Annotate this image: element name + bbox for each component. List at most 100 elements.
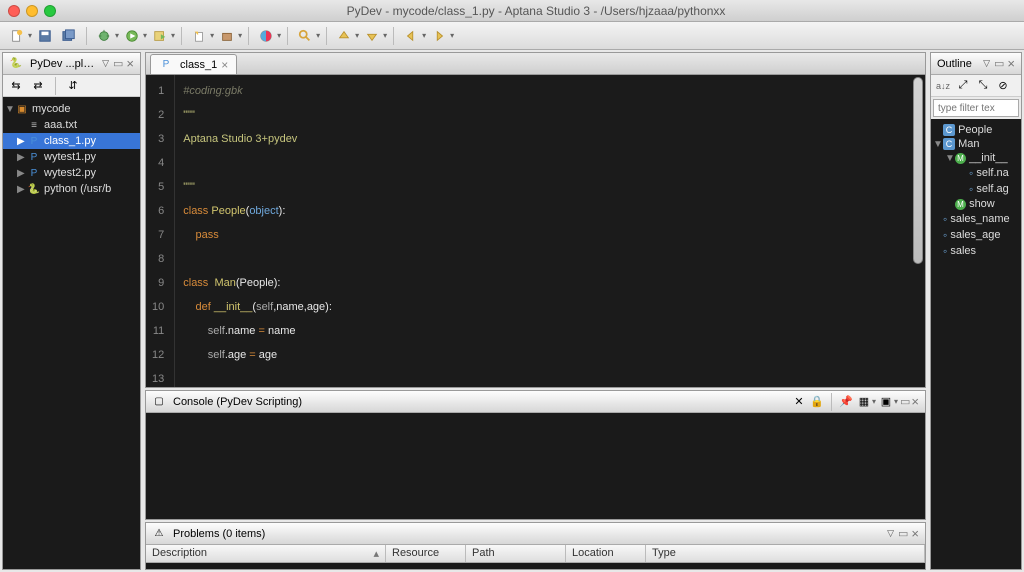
dropdown-icon[interactable]: ▾ <box>872 397 876 406</box>
debug-button[interactable] <box>93 25 115 47</box>
theme-button[interactable] <box>255 25 277 47</box>
outline-item[interactable]: ◦ sales_age <box>931 227 1021 243</box>
filter-button[interactable]: ⇵ <box>64 77 82 95</box>
mac-titlebar: PyDev - mycode/class_1.py - Aptana Studi… <box>0 0 1024 22</box>
outline-tree: C People ▼C Man ▼M __init__ ◦ self.na ◦ … <box>931 119 1021 569</box>
class-icon: C <box>943 124 955 136</box>
editor-tab[interactable]: P class_1 × <box>150 54 237 74</box>
view-menu-icon[interactable]: ▽ <box>983 58 990 69</box>
attr-icon: ◦ <box>943 244 947 258</box>
link-editor-button[interactable]: ⇄ <box>29 77 47 95</box>
outline-toolbar: a↓z ⤢ ⤡ ⊘ <box>931 75 1021 97</box>
line-gutter: 123456789101112131415 <box>146 75 175 387</box>
dropdown-icon[interactable]: ▾ <box>28 31 32 40</box>
tree-label: wytest1.py <box>44 151 96 163</box>
code-area[interactable]: #coding:gbk """ Aptana Studio 3+pydev ""… <box>175 75 925 387</box>
view-menu-icon[interactable]: ▽ <box>102 58 109 69</box>
explorer-header: 🐍 PyDev ...plorer ▽ ▭ × <box>3 53 140 75</box>
console-body[interactable] <box>146 413 925 519</box>
close-icon[interactable]: × <box>1007 56 1015 71</box>
close-tab-icon[interactable]: × <box>221 58 228 72</box>
outline-item[interactable]: C People <box>931 123 1021 137</box>
dropdown-icon[interactable]: ▾ <box>277 31 281 40</box>
dropdown-icon[interactable]: ▾ <box>115 31 119 40</box>
close-icon[interactable]: × <box>126 56 134 71</box>
minimize-icon[interactable]: ▭ <box>994 57 1003 70</box>
outline-item[interactable]: ▼M __init__ <box>931 151 1021 165</box>
column-header[interactable]: Description ▴ <box>146 545 386 562</box>
column-header[interactable]: Resource <box>386 545 466 562</box>
save-button[interactable] <box>34 25 56 47</box>
forward-button[interactable] <box>428 25 450 47</box>
outline-label: self.ag <box>976 183 1008 195</box>
dropdown-icon[interactable]: ▾ <box>171 31 175 40</box>
collapse-all-button[interactable]: ⇆ <box>7 77 25 95</box>
dropdown-icon[interactable]: ▾ <box>894 397 898 406</box>
project-node[interactable]: ▼▣mycode <box>3 101 140 117</box>
collapse-button[interactable]: ⤡ <box>975 78 991 94</box>
python-lib-node[interactable]: ▶🐍python (/usr/b <box>3 181 140 197</box>
file-node[interactable]: ▶Pclass_1.py <box>3 133 140 149</box>
dropdown-icon[interactable]: ▾ <box>383 31 387 40</box>
attr-icon: ◦ <box>969 182 973 196</box>
close-icon[interactable]: × <box>911 526 919 541</box>
vertical-scrollbar[interactable] <box>913 77 923 264</box>
minimize-icon[interactable]: ▭ <box>900 395 909 408</box>
save-all-button[interactable] <box>58 25 80 47</box>
prev-annotation-button[interactable] <box>333 25 355 47</box>
minimize-icon[interactable]: ▭ <box>898 527 907 540</box>
new-button[interactable] <box>6 25 28 47</box>
tree-label: wytest2.py <box>44 167 96 179</box>
search-button[interactable] <box>294 25 316 47</box>
sort-button[interactable]: a↓z <box>935 78 951 94</box>
file-node[interactable]: ≡aaa.txt <box>3 117 140 133</box>
pin-console-button[interactable]: 📌 <box>838 394 854 410</box>
close-window-button[interactable] <box>8 5 20 17</box>
run-last-button[interactable] <box>149 25 171 47</box>
display-console-button[interactable]: ▦ <box>856 394 872 410</box>
outline-item[interactable]: ◦ self.na <box>931 165 1021 181</box>
project-icon: ▣ <box>15 102 29 116</box>
outline-filter-input[interactable] <box>933 99 1019 117</box>
file-node[interactable]: ▶Pwytest2.py <box>3 165 140 181</box>
main-toolbar: ▾ ▾ ▾ ▾ ▾ ▾ ▾ ▾ ▾ ▾ ▾ ▾ <box>0 22 1024 50</box>
dropdown-icon[interactable]: ▾ <box>422 31 426 40</box>
zoom-window-button[interactable] <box>44 5 56 17</box>
code-editor[interactable]: 123456789101112131415 #coding:gbk """ Ap… <box>146 75 925 387</box>
outline-item[interactable]: ◦ sales_name <box>931 211 1021 227</box>
column-header[interactable]: Location <box>566 545 646 562</box>
run-button[interactable] <box>121 25 143 47</box>
explorer-tree: ▼▣mycode ≡aaa.txt ▶Pclass_1.py ▶Pwytest1… <box>3 97 140 569</box>
explorer-toolbar: ⇆ ⇄ ⇵ <box>3 75 140 97</box>
problems-body[interactable] <box>146 563 925 569</box>
dropdown-icon[interactable]: ▾ <box>143 31 147 40</box>
outline-item[interactable]: M show <box>931 197 1021 211</box>
scroll-lock-button[interactable]: 🔒 <box>809 394 825 410</box>
minimize-window-button[interactable] <box>26 5 38 17</box>
column-header[interactable]: Type <box>646 545 925 562</box>
file-node[interactable]: ▶Pwytest1.py <box>3 149 140 165</box>
dropdown-icon[interactable]: ▾ <box>210 31 214 40</box>
column-header[interactable]: Path <box>466 545 566 562</box>
outline-item[interactable]: ◦ self.ag <box>931 181 1021 197</box>
dropdown-icon[interactable]: ▾ <box>450 31 454 40</box>
outline-label: sales <box>950 245 976 257</box>
dropdown-icon[interactable]: ▾ <box>238 31 242 40</box>
close-icon[interactable]: × <box>911 394 919 409</box>
dropdown-icon[interactable]: ▾ <box>355 31 359 40</box>
hide-button[interactable]: ⊘ <box>995 78 1011 94</box>
open-console-button[interactable]: ▣ <box>878 394 894 410</box>
package-button[interactable] <box>216 25 238 47</box>
expand-button[interactable]: ⤢ <box>955 78 971 94</box>
clear-console-button[interactable]: ✕ <box>791 394 807 410</box>
new-wizard-button[interactable] <box>188 25 210 47</box>
outline-label: self.na <box>976 167 1008 179</box>
dropdown-icon[interactable]: ▾ <box>316 31 320 40</box>
outline-item[interactable]: ▼C Man <box>931 137 1021 151</box>
minimize-icon[interactable]: ▭ <box>113 57 122 70</box>
back-button[interactable] <box>400 25 422 47</box>
outline-item[interactable]: ◦ sales <box>931 243 1021 259</box>
next-annotation-button[interactable] <box>361 25 383 47</box>
view-menu-icon[interactable]: ▽ <box>887 528 894 539</box>
outline-header: Outline ▽ ▭ × <box>931 53 1021 75</box>
